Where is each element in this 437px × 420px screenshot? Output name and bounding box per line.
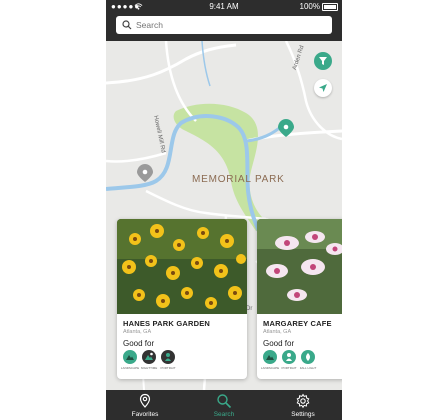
top-bar: ●●●●● 9:41 AM 100%	[106, 0, 342, 41]
filter-icon	[319, 57, 327, 65]
good-for-label: Good for	[123, 339, 155, 348]
map-pin-icon	[139, 393, 151, 408]
park-label: MEMORIAL PARK	[192, 174, 285, 185]
bottom-nav: Favorites Search Settings	[106, 390, 342, 420]
tab-search[interactable]: Search	[185, 390, 263, 420]
tab-label: Settings	[291, 411, 315, 418]
gear-icon	[296, 393, 310, 409]
location-card[interactable]: HANES PARK GARDEN Atlanta, GA Good for L…	[117, 219, 247, 379]
card-photo-flowers	[117, 219, 247, 314]
search-icon	[122, 20, 132, 30]
good-for-label: Good for	[263, 339, 295, 348]
location-card[interactable]: MARGAREY CAFE Atlanta, GA Good for LANDS…	[257, 219, 342, 379]
search-icon	[217, 394, 232, 409]
search-input[interactable]	[136, 18, 326, 32]
card-title: HANES PARK GARDEN	[123, 319, 211, 328]
portrait-icon	[161, 350, 175, 364]
portrait-icon	[282, 350, 296, 364]
phone-screen: Howell Mill Rd Arden Rd Dr MEMORIAL PARK…	[106, 0, 342, 420]
tab-label: Search	[213, 411, 235, 418]
tab-label: Favorites	[131, 411, 159, 418]
badge-label: PORTRAIT	[160, 366, 176, 370]
landscape-icon	[123, 350, 137, 364]
tab-favorites[interactable]: Favorites	[106, 390, 184, 420]
locate-button[interactable]	[314, 79, 332, 97]
card-location: Atlanta, GA	[263, 329, 292, 335]
badge-label: FALL LIGHT	[299, 366, 317, 370]
location-arrow-icon	[319, 84, 327, 92]
card-location: Atlanta, GA	[123, 329, 152, 335]
search-bar[interactable]	[116, 16, 332, 34]
status-bar: ●●●●● 9:41 AM 100%	[106, 0, 342, 14]
card-title: MARGAREY CAFE	[263, 319, 332, 328]
filter-button[interactable]	[314, 52, 332, 70]
fall-light-icon	[301, 350, 315, 364]
tab-settings[interactable]: Settings	[264, 390, 342, 420]
card-photo-lilies	[257, 219, 342, 314]
battery-percent: 100%	[299, 2, 320, 11]
battery-icon	[322, 3, 338, 11]
landscape-icon	[263, 350, 277, 364]
nighttime-icon	[142, 350, 156, 364]
